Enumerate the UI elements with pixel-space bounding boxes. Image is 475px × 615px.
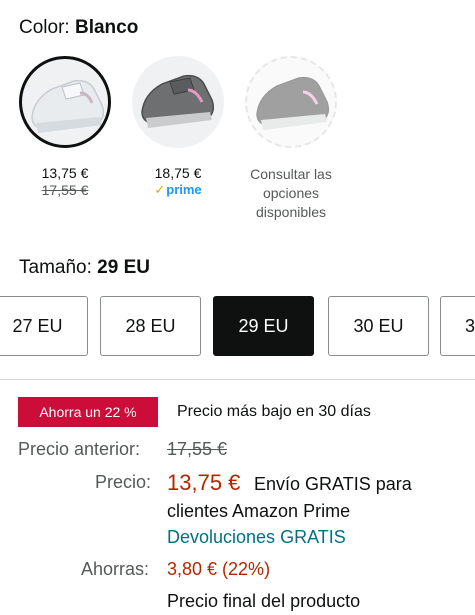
- previous-price-label: Precio anterior:: [18, 439, 141, 459]
- color-value: Blanco: [74, 17, 139, 38]
- size-option-29[interactable]: 29 EU: [213, 296, 314, 356]
- size-option-30[interactable]: 30 EU: [328, 296, 429, 356]
- color-swatches: 13,75 € 17,55 € 18,75 € ✓prime Consultar…: [0, 56, 475, 226]
- swatch-unavailable-image: [245, 56, 337, 148]
- swatch-unavailable[interactable]: Consultar las opciones disponibles: [241, 56, 341, 222]
- size-option-28[interactable]: 28 EU: [100, 296, 201, 356]
- free-returns-link[interactable]: Devoluciones GRATIS: [167, 527, 346, 548]
- prime-badge: ✓prime: [154, 182, 202, 197]
- shipping-info-line1: Envío GRATIS para: [254, 474, 412, 494]
- swatch-grey-image: [132, 56, 224, 148]
- size-value: 29 EU: [97, 257, 150, 278]
- price-label: Precio:: [95, 472, 152, 492]
- swatch-grey-price: 18,75 €: [154, 165, 202, 181]
- color-label: Color:: [19, 17, 70, 38]
- deal-note: Precio más bajo en 30 días: [177, 403, 371, 420]
- swatch-white-old-price: 17,55 €: [41, 182, 89, 198]
- size-option-27[interactable]: 27 EU: [0, 296, 88, 356]
- savings-label: Ahorras:: [81, 559, 150, 579]
- size-option-31[interactable]: 3: [440, 296, 475, 356]
- final-price-note: Precio final del producto: [167, 591, 361, 611]
- size-options: 27 EU 28 EU 29 EU 30 EU 3: [0, 296, 475, 358]
- swatch-white[interactable]: 13,75 € 17,55 €: [15, 56, 115, 199]
- deal-badge: Ahorra un 22 %: [18, 397, 158, 427]
- size-selection-label: Tamaño: 29 EU: [19, 257, 150, 279]
- swatch-grey[interactable]: 18,75 € ✓prime: [128, 56, 228, 198]
- previous-price-value: 17,55 €: [167, 439, 228, 459]
- swatch-white-image: [19, 56, 111, 148]
- section-divider: [0, 379, 475, 380]
- savings-value: 3,80 € (22%): [167, 559, 271, 579]
- prime-check-icon: ✓: [154, 182, 166, 197]
- color-selection-label: Color: Blanco: [19, 17, 138, 39]
- swatch-unavailable-text: Consultar las opciones disponibles: [250, 166, 332, 220]
- size-label: Tamaño:: [19, 257, 92, 278]
- swatch-white-price: 13,75 €: [41, 165, 89, 181]
- price-value: 13,75 €: [167, 470, 241, 495]
- shipping-info-line2: clientes Amazon Prime: [167, 501, 351, 521]
